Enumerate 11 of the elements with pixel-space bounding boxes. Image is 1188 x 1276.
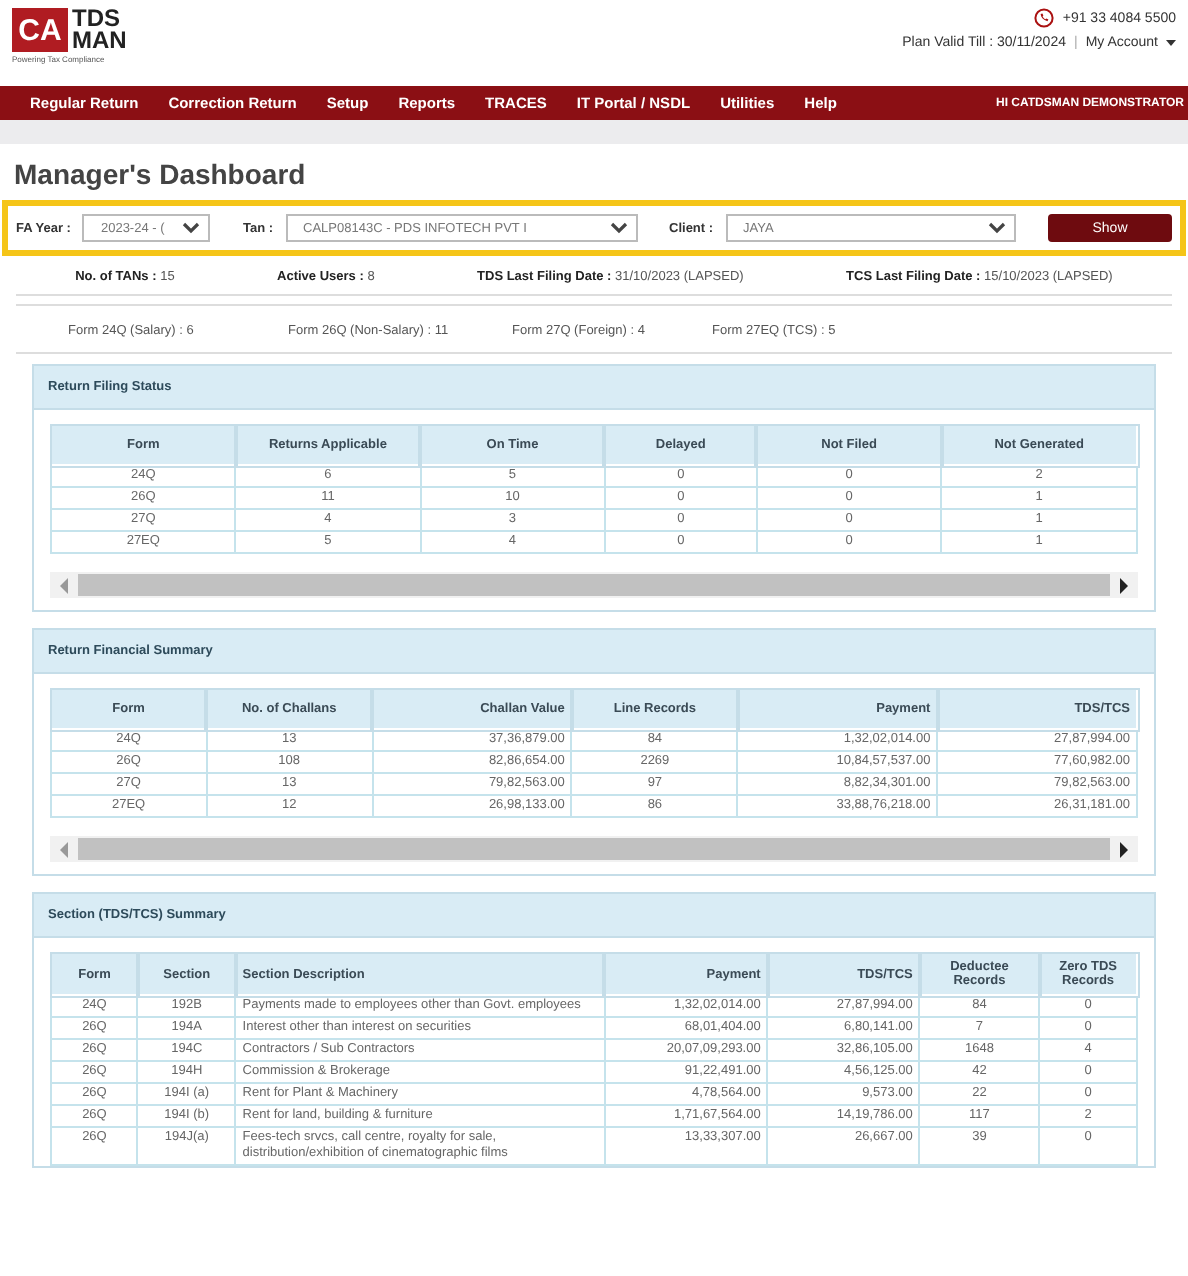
page-title: Manager's Dashboard <box>12 156 308 194</box>
logo-mark: CA <box>12 8 68 52</box>
phone-icon <box>1034 8 1055 28</box>
caret-icon <box>1166 39 1176 47</box>
chevron-down-icon <box>987 222 1006 234</box>
horizontal-scrollbar[interactable] <box>50 836 1138 862</box>
chevron-down-icon <box>609 222 628 234</box>
logo-text: MAN <box>72 30 127 52</box>
horizontal-scrollbar[interactable] <box>50 572 1138 598</box>
chevron-down-icon <box>182 222 201 234</box>
logo-text: TDS <box>72 8 120 30</box>
